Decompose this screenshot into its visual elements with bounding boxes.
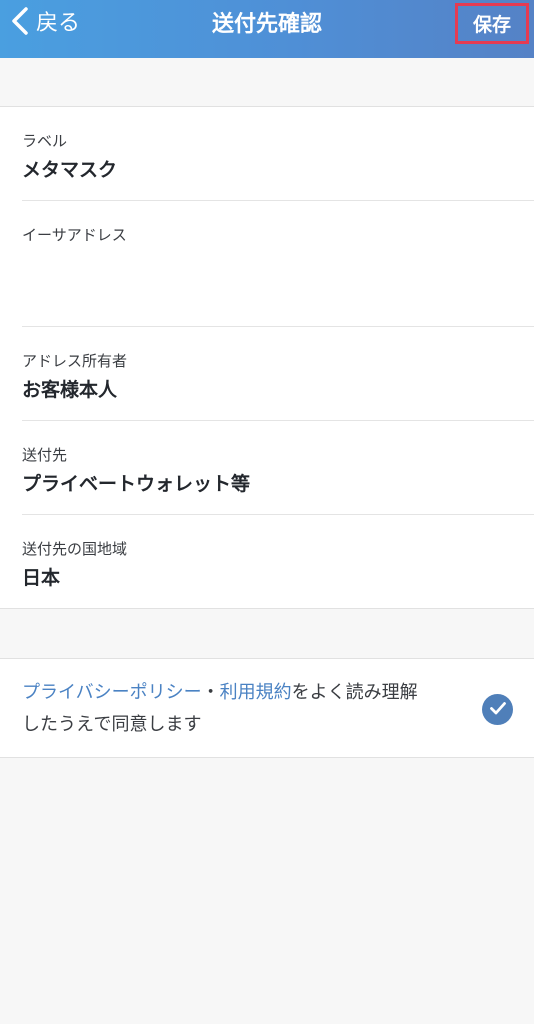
field-value: メタマスク (22, 159, 118, 181)
field-label: 送付先の国地域 (22, 540, 128, 558)
save-button[interactable]: 保存 (455, 3, 529, 44)
agreement-card: プライバシーポリシー・利用規約をよく読み理解したうえで同意します (0, 658, 534, 758)
app-screen: 戻る 送付先確認 保存 ラベル メタマスク イーサアドレス アドレス所有者 お客… (0, 0, 534, 1024)
field-row-ether-address: イーサアドレス (22, 201, 534, 326)
agreement-text-middle: をよく読み理解 (291, 682, 418, 703)
check-circle-icon (488, 698, 508, 722)
field-label: ラベル (22, 132, 68, 150)
link-separator: ・ (201, 682, 220, 703)
field-label: 送付先 (22, 446, 68, 464)
nav-header: 戻る 送付先確認 保存 (0, 0, 534, 58)
destination-info-card: ラベル メタマスク イーサアドレス アドレス所有者 お客様本人 送付先 プライベ… (0, 106, 534, 609)
field-value: プライベートウォレット等 (22, 473, 251, 495)
field-row-country-region: 送付先の国地域 日本 (22, 515, 534, 609)
agree-checkbox[interactable] (482, 694, 513, 725)
field-row-label: ラベル メタマスク (22, 107, 534, 201)
privacy-policy-link[interactable]: プライバシーポリシー (22, 682, 202, 703)
agreement-text-end: したうえで同意します (22, 714, 202, 735)
field-row-address-owner: アドレス所有者 お客様本人 (22, 327, 534, 421)
page-title: 送付先確認 (211, 12, 322, 37)
field-value: 日本 (22, 567, 61, 589)
field-row-destination: 送付先 プライベートウォレット等 (22, 421, 534, 515)
terms-of-use-link[interactable]: 利用規約 (220, 682, 292, 703)
field-value: お客様本人 (22, 379, 118, 401)
field-label: アドレス所有者 (22, 352, 128, 370)
field-label: イーサアドレス (22, 226, 127, 244)
agreement-text: プライバシーポリシー・利用規約をよく読み理解したうえで同意します (22, 677, 462, 741)
